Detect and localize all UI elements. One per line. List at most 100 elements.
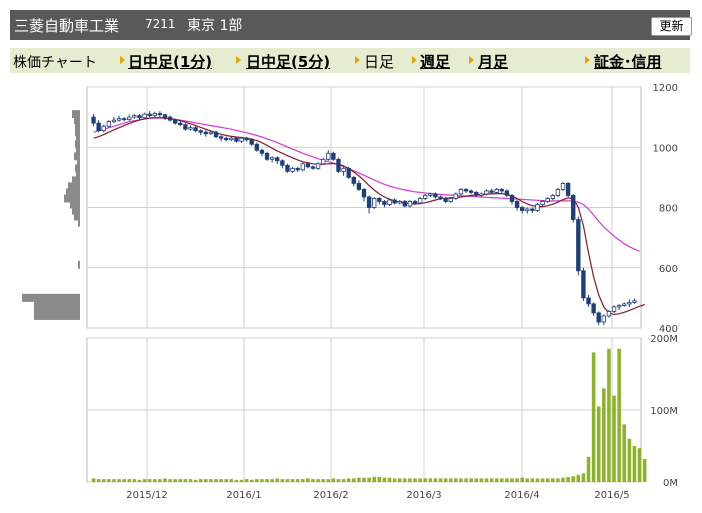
volume-bar (193, 479, 198, 482)
candle-body (530, 208, 535, 211)
candle-body (550, 195, 555, 199)
volume-bar (127, 479, 132, 482)
volume-bar (137, 479, 142, 482)
candle-body (632, 300, 637, 303)
volume-bar (586, 456, 591, 482)
volume-bar (642, 458, 647, 482)
volume-bar (244, 479, 249, 482)
volume-bar (224, 479, 229, 482)
candle-body (295, 167, 300, 171)
candle-body (229, 137, 234, 141)
candle-body (351, 176, 356, 184)
volume-bar (132, 479, 137, 482)
candle-body (285, 164, 290, 172)
volume-bar (622, 424, 627, 482)
volume-tick-label: 200M (650, 334, 678, 345)
candle-body (315, 163, 321, 169)
candle-body (555, 189, 561, 196)
volume-bar (433, 478, 438, 482)
candle-body (423, 195, 428, 199)
volume-bar (535, 478, 540, 482)
candle-body (132, 115, 137, 118)
volume-bar (576, 474, 581, 482)
candle-body (300, 163, 305, 171)
price-tick-label: 800 (659, 204, 678, 215)
candle-body (412, 201, 418, 204)
candle-body (361, 189, 367, 198)
candle-body (336, 158, 341, 172)
volume-profile-bar (78, 218, 80, 227)
candle-body (203, 131, 208, 135)
candle-body (162, 114, 168, 118)
volume-bar (341, 479, 346, 482)
volume-bar (306, 478, 310, 482)
volume-bar (438, 478, 443, 482)
candle-body (218, 136, 224, 139)
candle-body (509, 195, 515, 202)
candle-body (463, 189, 469, 192)
volume-bar (403, 478, 407, 482)
candle-body (484, 190, 489, 195)
candle-body (489, 190, 494, 193)
volume-bar (566, 476, 570, 482)
volume-bar (591, 352, 596, 482)
candle-body (586, 297, 591, 305)
candle-body (121, 118, 127, 121)
candle-body (382, 201, 387, 205)
volume-bar (107, 479, 111, 482)
candle-body (535, 204, 540, 211)
volume-bar (581, 473, 586, 482)
volume-bar (464, 478, 468, 482)
candle-body (499, 189, 504, 192)
volume-bar (413, 478, 417, 482)
candle-body (249, 139, 254, 145)
volume-bar (336, 479, 341, 482)
volume-bar (387, 477, 392, 482)
volume-bar (494, 478, 499, 482)
volume-bar (91, 478, 96, 482)
candle-body (254, 143, 260, 151)
volume-bar (602, 388, 606, 482)
candle-body (479, 193, 484, 196)
candle-body (157, 113, 163, 116)
candle-body (183, 124, 188, 130)
volume-bar (219, 479, 223, 482)
volume-bar (382, 477, 387, 482)
volume-bar (596, 406, 601, 482)
volume-bar (326, 479, 331, 482)
volume-bar (229, 479, 234, 482)
volume-bar (372, 476, 376, 482)
candle-body (356, 182, 362, 190)
volume-bar (275, 478, 280, 482)
candle-body (397, 201, 402, 204)
candle-body (96, 122, 101, 132)
candle-body (239, 137, 244, 142)
candle-body (188, 127, 193, 130)
volume-bar (561, 477, 565, 482)
volume-bar (331, 478, 336, 482)
candle-body (627, 301, 632, 305)
candle-body (560, 182, 566, 190)
candle-body (616, 305, 622, 308)
volume-bar (479, 478, 484, 482)
candle-body (565, 182, 571, 196)
volume-bar (188, 479, 193, 482)
candle-body (244, 137, 249, 141)
volume-bar (168, 479, 172, 482)
candle-body (474, 192, 479, 196)
volume-bar (499, 478, 504, 482)
volume-bar (556, 478, 560, 482)
candle-body (606, 311, 612, 317)
candle-body (453, 193, 459, 199)
candle-body (116, 118, 122, 121)
candle-body (213, 131, 219, 138)
volume-profile-bar (78, 260, 80, 269)
candle-body (402, 201, 408, 207)
volume-bar (448, 478, 453, 482)
volume-bar (443, 478, 448, 482)
x-tick-label: 2016/1 (226, 490, 261, 501)
x-tick-label: 2015/12 (126, 490, 168, 501)
candle-body (504, 190, 510, 196)
price-tick-label: 1000 (653, 143, 678, 154)
volume-bar (489, 478, 494, 482)
